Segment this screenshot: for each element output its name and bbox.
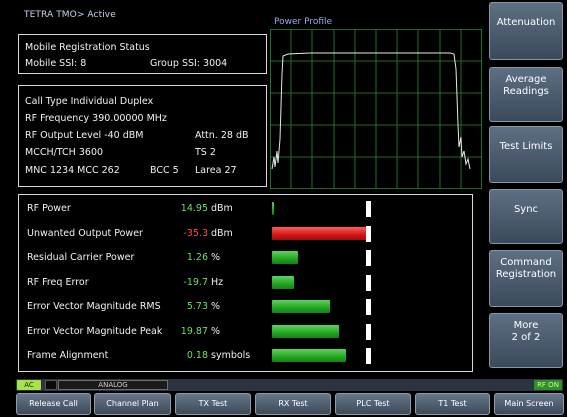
bottom-key-channel-plan[interactable]: Channel Plan [94, 393, 171, 415]
softkey-label: Registration [495, 269, 557, 280]
measurement-bar [272, 300, 330, 313]
softkey-label: 2 of 2 [511, 332, 541, 343]
mnc-mcc: MNC 1234 MCC 262 [25, 165, 120, 176]
measurement-label: Residual Carrier Power [27, 252, 135, 263]
measurement-value: -35.3 [183, 227, 208, 239]
softkey-label: Test Limits [499, 141, 553, 152]
measurement-bar [272, 251, 298, 264]
measurement-value: -19.7 [183, 276, 208, 288]
bottom-key-rx-test[interactable]: RX Test [255, 393, 331, 415]
softkey-attenuation[interactable]: Attenuation [489, 2, 563, 60]
rf-frequency: RF Frequency 390.00000 MHz [25, 113, 167, 124]
measurement-unit: dBm [211, 227, 233, 239]
rf-output-level: RF Output Level -40 dBM [25, 130, 144, 141]
group-ssi: Group SSI: 3004 [150, 58, 228, 69]
limit-marker [366, 323, 371, 340]
rf-on-indicator: RF ON [534, 380, 562, 390]
bcc: BCC 5 [150, 165, 179, 176]
measurement-label: Error Vector Magnitude RMS [27, 301, 161, 312]
timeslot: TS 2 [195, 147, 216, 158]
attenuation-value: Attn. 28 dB [195, 130, 249, 141]
power-profile-graph [270, 29, 482, 189]
limit-marker [366, 299, 371, 315]
measurement-label: Unwanted Output Power [27, 227, 143, 239]
measurement-value: 14.95 [180, 203, 208, 214]
measurement-unit: % [211, 301, 221, 312]
softkey-label: Average [505, 74, 547, 85]
limit-marker [366, 201, 371, 217]
measurement-unit: % [211, 252, 221, 263]
measurement-unit: Hz [211, 276, 224, 288]
limit-marker [366, 348, 371, 364]
softkey-more[interactable]: More 2 of 2 [489, 313, 563, 368]
measurement-bar [272, 324, 339, 338]
bottom-key-main-screen[interactable]: Main Screen [494, 393, 564, 415]
softkey-average[interactable]: Average Readings [489, 67, 563, 122]
measurement-bar [272, 202, 274, 215]
softkey-test-limits[interactable]: Test Limits [489, 126, 563, 183]
limit-marker [366, 274, 371, 291]
limit-marker [366, 225, 371, 242]
instrument-screen: TETRA TMO> Active Mobile Registration St… [0, 0, 567, 417]
measurement-bar [272, 275, 294, 289]
bottom-key-plc-test[interactable]: PLC Test [335, 393, 411, 415]
softkey-label: Readings [503, 86, 549, 97]
measurement-label: RF Freq Error [27, 276, 89, 288]
mcch-tch: MCCH/TCH 3600 [25, 147, 104, 158]
softkey-label: Command [500, 257, 552, 268]
measurement-bar [272, 349, 346, 362]
measurement-unit: dBm [211, 203, 233, 214]
limit-marker [366, 250, 371, 266]
measurement-label: RF Power [27, 203, 71, 214]
mode-status: TETRA TMO> Active [24, 10, 116, 20]
measurement-bar [272, 226, 370, 240]
ac-indicator: AC [17, 380, 41, 390]
measurement-unit: % [211, 325, 221, 337]
measurement-value: 1.26 [186, 252, 208, 263]
measurement-value: 19.87 [180, 325, 208, 337]
softkey-label: Sync [513, 204, 539, 215]
power-profile-title: Power Profile [274, 17, 333, 27]
mobile-ssi: Mobile SSI: 8 [25, 58, 87, 69]
softkey-command[interactable]: Command Registration [489, 250, 563, 307]
bottom-key-tx-test[interactable]: TX Test [175, 393, 251, 415]
bottom-key-release-call[interactable]: Release Call [16, 393, 91, 415]
softkey-label: Attenuation [496, 17, 556, 28]
measurement-value: 5.73 [186, 301, 208, 312]
measurement-unit: symbols [211, 350, 251, 361]
larea: Larea 27 [195, 165, 237, 176]
mobile-registration-title: Mobile Registration Status [25, 42, 150, 53]
measurement-label: Frame Alignment [27, 350, 109, 361]
softkey-label: More [513, 320, 539, 331]
softkey-sync[interactable]: Sync [489, 189, 563, 244]
measurement-value: 0.18 [186, 350, 208, 361]
bottom-key-t1-test[interactable]: T1 Test [415, 393, 490, 415]
analog-mode-field: ANALOG [58, 380, 168, 390]
call-type: Call Type Individual Duplex [25, 96, 154, 107]
status-slot [45, 380, 57, 390]
measurement-label: Error Vector Magnitude Peak [27, 325, 163, 337]
